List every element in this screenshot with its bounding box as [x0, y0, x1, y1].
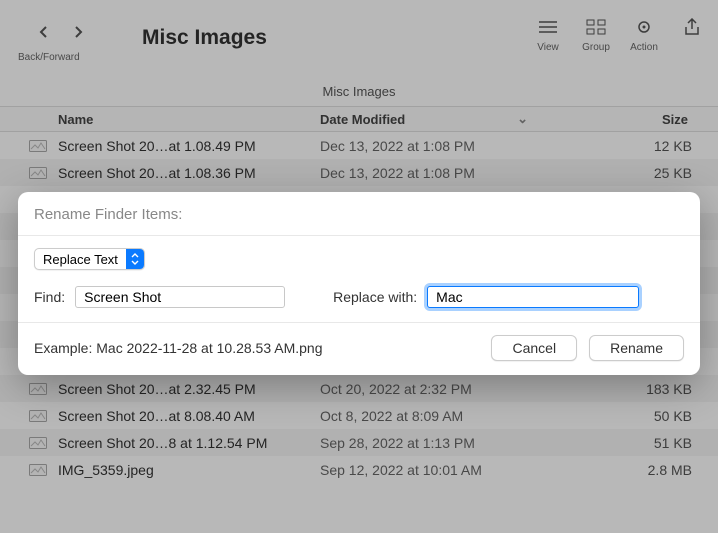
toolbar-group[interactable]: Group	[580, 16, 612, 53]
table-row[interactable]: IMG_5359.jpegSep 12, 2022 at 10:01 AM2.8…	[0, 456, 718, 483]
file-name: Screen Shot 20…at 1.08.49 PM	[58, 138, 320, 154]
file-name: Screen Shot 20…8 at 1.12.54 PM	[58, 435, 320, 451]
table-row[interactable]: Screen Shot 20…at 1.08.36 PMDec 13, 2022…	[0, 159, 718, 186]
rename-button[interactable]: Rename	[589, 335, 684, 361]
file-size: 2.8 MB	[578, 462, 718, 478]
file-date: Dec 13, 2022 at 1:08 PM	[320, 165, 578, 181]
column-header-name[interactable]: Name	[0, 112, 320, 127]
file-image-icon	[28, 463, 48, 477]
table-row[interactable]: Screen Shot 20…at 1.08.49 PMDec 13, 2022…	[0, 132, 718, 159]
chevron-right-icon	[73, 25, 83, 39]
replace-input[interactable]	[427, 286, 639, 308]
dialog-title: Rename Finder Items:	[18, 192, 700, 235]
window-title: Misc Images	[142, 26, 267, 50]
file-image-icon	[28, 382, 48, 396]
file-size: 25 KB	[578, 165, 718, 181]
file-size: 51 KB	[578, 435, 718, 451]
toolbar: Back/Forward Misc Images View Group Acti…	[0, 0, 718, 80]
chevron-left-icon	[39, 25, 49, 39]
file-date: Sep 12, 2022 at 10:01 AM	[320, 462, 578, 478]
toolbar-more[interactable]	[676, 16, 708, 53]
file-image-icon	[28, 436, 48, 450]
cancel-button[interactable]: Cancel	[491, 335, 577, 361]
file-size: 12 KB	[578, 138, 718, 154]
rename-mode-select[interactable]: Replace Text	[34, 248, 145, 270]
rename-dialog: Rename Finder Items: Replace Text Find: …	[18, 192, 700, 375]
share-icon	[676, 16, 708, 38]
file-date: Oct 20, 2022 at 2:32 PM	[320, 381, 578, 397]
table-row[interactable]: Screen Shot 20…at 2.32.45 PMOct 20, 2022…	[0, 375, 718, 402]
table-row[interactable]: Screen Shot 20…8 at 1.12.54 PMSep 28, 20…	[0, 429, 718, 456]
file-name: IMG_5359.jpeg	[58, 462, 320, 478]
file-image-icon	[28, 409, 48, 423]
toolbar-view[interactable]: View	[532, 16, 564, 53]
column-header-date[interactable]: Date Modified ⌄	[320, 111, 540, 127]
sort-indicator-icon: ⌄	[517, 111, 528, 127]
file-size: 50 KB	[578, 408, 718, 424]
file-image-icon	[28, 139, 48, 153]
find-input[interactable]	[75, 286, 285, 308]
file-name: Screen Shot 20…at 8.08.40 AM	[58, 408, 320, 424]
find-label: Find:	[34, 289, 65, 305]
up-down-arrows-icon	[126, 248, 144, 270]
nav-forward-button[interactable]	[64, 20, 92, 44]
file-name: Screen Shot 20…at 1.08.36 PM	[58, 165, 320, 181]
gear-icon	[628, 16, 660, 38]
example-text: Example: Mac 2022-11-28 at 10.28.53 AM.p…	[34, 340, 479, 356]
file-date: Oct 8, 2022 at 8:09 AM	[320, 408, 578, 424]
table-row[interactable]: Screen Shot 20…at 8.08.40 AMOct 8, 2022 …	[0, 402, 718, 429]
file-image-icon	[28, 166, 48, 180]
path-bar[interactable]: Misc Images	[0, 80, 718, 106]
grid-icon	[580, 16, 612, 38]
file-date: Sep 28, 2022 at 1:13 PM	[320, 435, 578, 451]
file-date: Dec 13, 2022 at 1:08 PM	[320, 138, 578, 154]
column-header-size[interactable]: Size	[540, 112, 718, 127]
nav-label: Back/Forward	[18, 52, 80, 63]
toolbar-action[interactable]: Action	[628, 16, 660, 53]
list-view-icon	[532, 16, 564, 38]
list-header: Name Date Modified ⌄ Size	[0, 106, 718, 132]
nav-back-button[interactable]	[30, 20, 58, 44]
file-size: 183 KB	[578, 381, 718, 397]
replace-label: Replace with:	[333, 289, 417, 305]
file-name: Screen Shot 20…at 2.32.45 PM	[58, 381, 320, 397]
